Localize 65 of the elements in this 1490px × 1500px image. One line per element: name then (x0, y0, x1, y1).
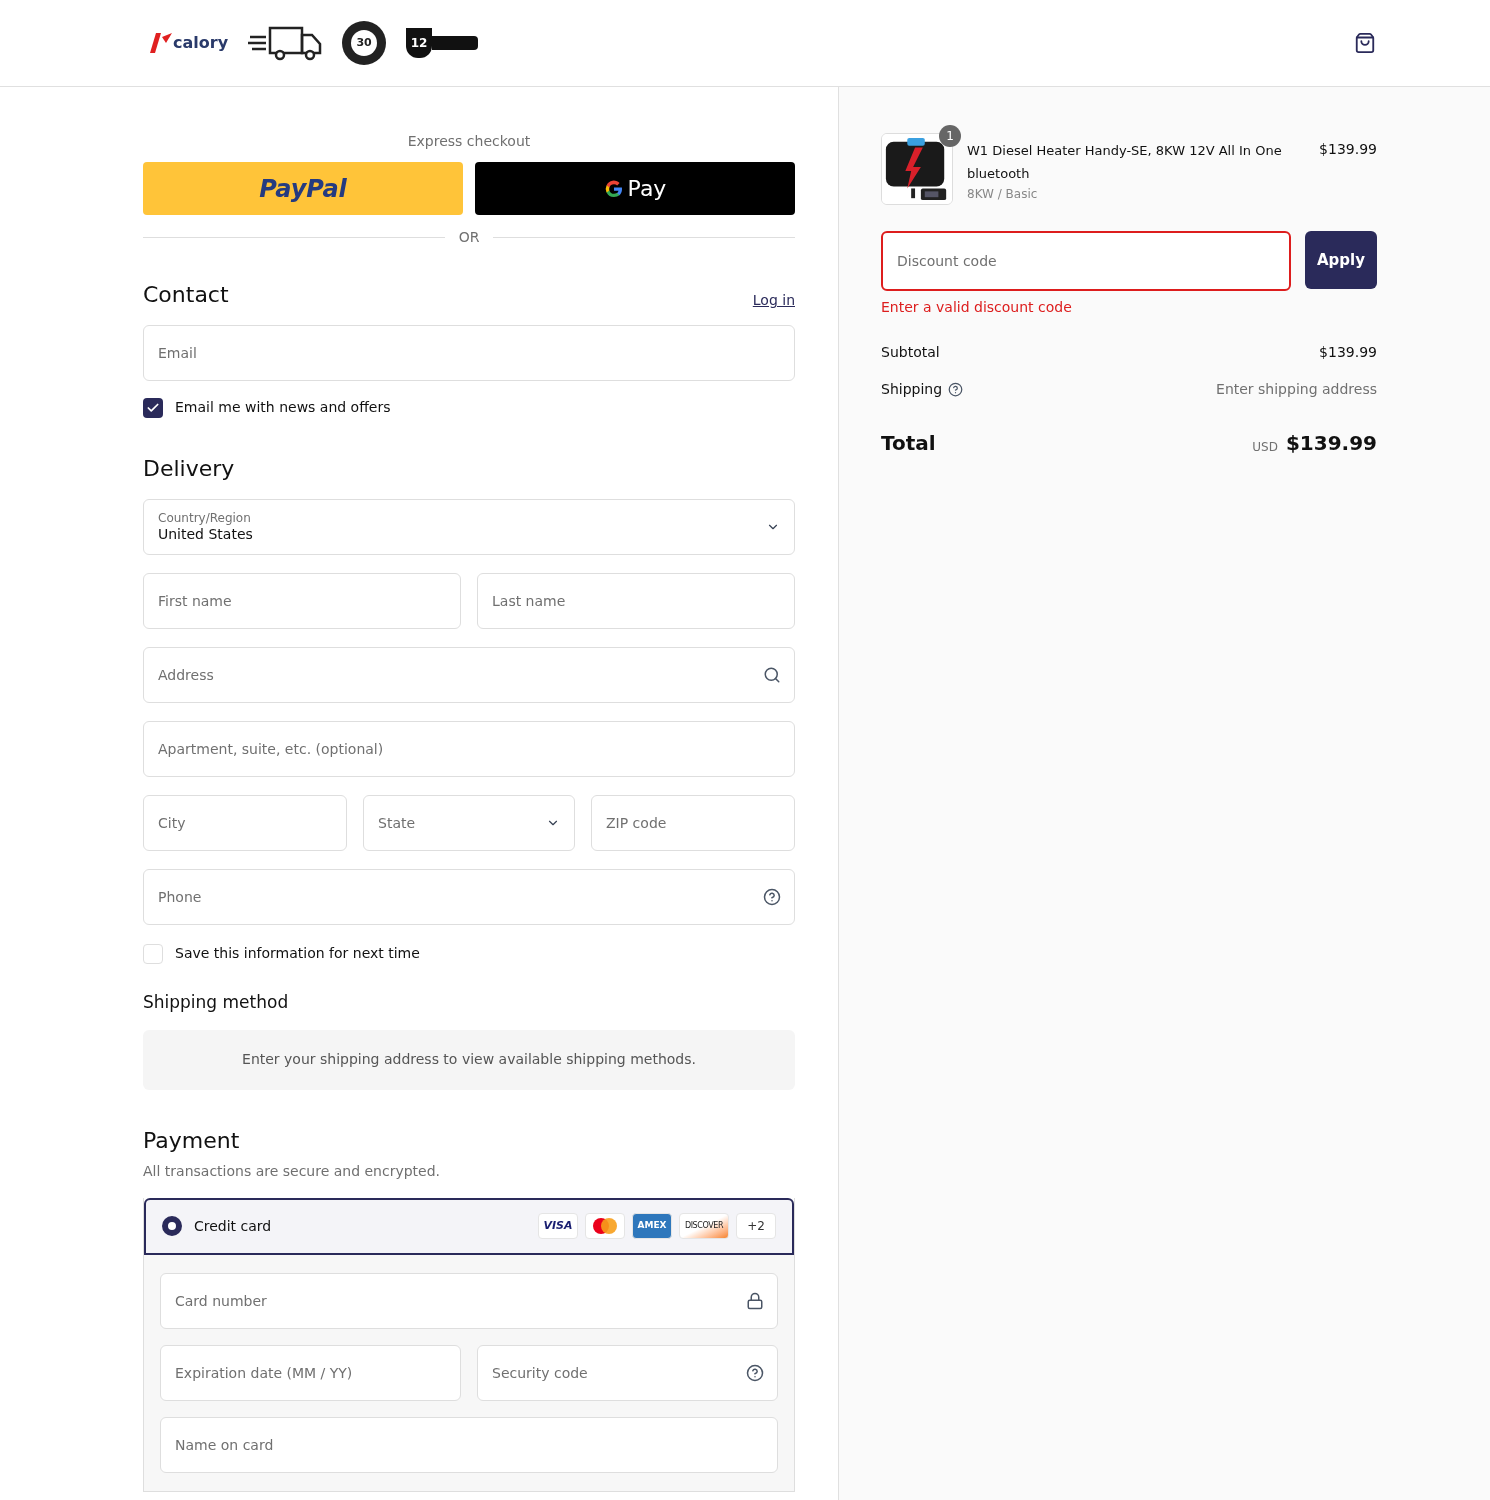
email-field[interactable]: Email (143, 325, 795, 381)
input-field[interactable]: First name (143, 573, 461, 629)
address-field[interactable]: Address (143, 647, 795, 703)
payment-subtitle: All transactions are secure and encrypted. (143, 1161, 442, 1181)
google-icon (603, 178, 624, 199)
input-field[interactable]: Expiration date (MM / YY) (160, 1344, 461, 1401)
product-price: $139.99 (1319, 140, 1377, 159)
total-amount: $139.99 (1285, 430, 1377, 457)
checkbox[interactable] (143, 943, 163, 964)
warranty-badge: 12 (406, 28, 479, 58)
shopping-bag-icon[interactable] (1354, 32, 1376, 54)
quantity-badge: 1 (939, 125, 961, 147)
mastercard-logo (585, 1213, 625, 1239)
amex-logo: AMEX (632, 1213, 672, 1239)
section-heading: Contact (143, 281, 229, 309)
discount-code-field[interactable]: Discount code (881, 231, 1291, 291)
more-brands-badge: +2 (736, 1213, 776, 1239)
card-number-field[interactable]: Card number (160, 1272, 778, 1329)
express-checkout-title: Express checkout (406, 132, 532, 151)
summary-value: Enter shipping address (1216, 380, 1377, 399)
checkbox-label: Save this information for next time (175, 944, 420, 963)
field-value: United States (158, 525, 254, 544)
checkbox-label: Email me with news and offers (175, 398, 391, 417)
security-code-field[interactable]: Security code (477, 1344, 778, 1401)
input-field[interactable]: ZIP code (591, 795, 795, 851)
credit-card-option[interactable]: Credit card VISA AMEX DISCOVER +2 (144, 1197, 794, 1255)
help-icon[interactable] (948, 382, 964, 397)
select-field[interactable]: State (363, 795, 575, 851)
login-link[interactable]: Log in (752, 290, 795, 311)
discover-logo: DISCOVER (679, 1213, 729, 1239)
truck-icon (248, 25, 323, 61)
google-pay-button[interactable]: Pay (475, 162, 795, 215)
search-icon (763, 666, 781, 684)
guarantee-seal: 30 (342, 21, 387, 65)
error-message: Enter a valid discount code (881, 298, 1073, 317)
summary-label: Subtotal (881, 343, 940, 362)
radio-button[interactable] (162, 1216, 182, 1236)
field-label: Country/Region (158, 510, 252, 526)
product-name: W1 Diesel Heater Handy-SE, 8KW 12V All In One bluetooth (967, 142, 1283, 183)
visa-logo: VISA (538, 1213, 578, 1239)
apply-button[interactable]: Apply (1305, 231, 1377, 289)
input-field[interactable]: Last name (477, 573, 795, 629)
section-heading: Payment (143, 1126, 241, 1155)
summary-label: Shipping (881, 380, 943, 399)
checkbox[interactable] (143, 397, 163, 418)
field-placeholder: State (378, 813, 417, 833)
or-divider-label: OR (458, 228, 480, 247)
product-variant: 8KW / Basic (967, 186, 1039, 203)
help-icon (763, 888, 781, 906)
option-label: Credit card (194, 1216, 273, 1236)
help-icon (746, 1363, 764, 1382)
section-heading: Shipping method (143, 991, 290, 1014)
input-field[interactable]: Name on card (160, 1416, 778, 1473)
total-label: Total (881, 430, 936, 457)
section-heading: Delivery (143, 455, 236, 483)
phone-field[interactable]: Phone (143, 869, 795, 925)
paypal-button[interactable]: PayPal (143, 162, 463, 215)
input-field[interactable]: City (143, 795, 347, 851)
select-field[interactable]: Country/Region United States (143, 499, 795, 555)
currency-code: USD (1252, 439, 1278, 456)
shipping-notice: Enter your shipping address to view available shipping methods. (143, 1029, 795, 1090)
input-field[interactable]: Apartment, suite, etc. (optional) (143, 721, 795, 777)
summary-value: $139.99 (1319, 343, 1377, 362)
brand-logo[interactable]: calory (150, 31, 229, 55)
lock-icon (746, 1291, 764, 1310)
